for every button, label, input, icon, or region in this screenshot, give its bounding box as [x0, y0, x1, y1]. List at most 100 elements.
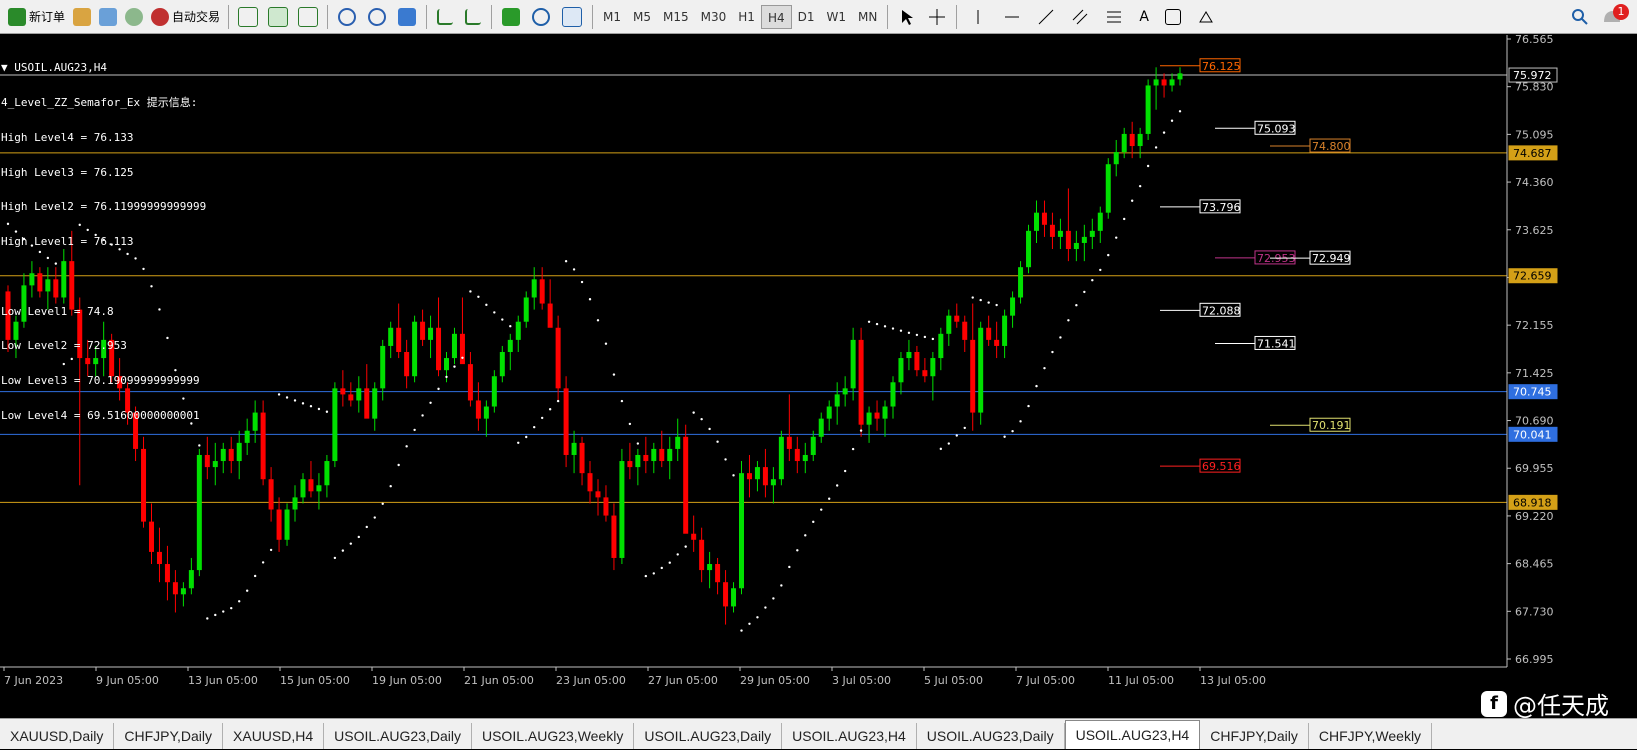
timeframe-h4[interactable]: H4	[760, 4, 792, 29]
templates-icon[interactable]	[562, 6, 583, 27]
navigator-icon[interactable]	[125, 7, 144, 26]
sar-dot	[556, 399, 560, 403]
chart-tab[interactable]: USOIL.AUG23,Daily	[324, 723, 472, 749]
sar-dot	[309, 405, 313, 408]
candle-body	[1034, 212, 1039, 231]
label-icon[interactable]	[1164, 8, 1181, 25]
candle-body	[675, 436, 681, 449]
trendline-icon[interactable]	[1037, 8, 1055, 26]
chart-tab[interactable]: USOIL.AUG23,Daily	[917, 723, 1065, 749]
level-label: 72.949	[1312, 252, 1351, 265]
indicators-icon[interactable]	[502, 7, 521, 26]
bar-chart-icon[interactable]	[238, 6, 259, 27]
shapes-icon[interactable]	[1197, 8, 1215, 26]
chart-background	[0, 35, 1637, 689]
candle-body	[284, 509, 290, 540]
candle-body	[954, 315, 960, 322]
sar-dot	[660, 566, 663, 570]
chart-tab[interactable]: CHFJPY,Daily	[114, 723, 224, 749]
candle-body	[778, 436, 784, 480]
sar-dot	[604, 342, 608, 345]
notification-icon[interactable]: 1	[1599, 3, 1629, 30]
sar-dot	[780, 584, 783, 587]
tile-windows-icon[interactable]	[398, 7, 417, 26]
fibonacci-icon[interactable]	[1105, 8, 1123, 26]
sar-dot	[947, 442, 950, 445]
scroll-icon[interactable]	[437, 8, 454, 25]
shift-icon[interactable]	[465, 8, 482, 25]
sar-dot	[1003, 435, 1006, 438]
candle-chart-icon[interactable]	[268, 6, 289, 27]
candle-body	[746, 473, 752, 480]
sar-dot	[405, 445, 408, 448]
zoom-out-icon[interactable]	[368, 7, 387, 26]
timeframe-d1[interactable]: D1	[792, 5, 821, 29]
level-label: 69.516	[1202, 460, 1241, 473]
candle-body	[1137, 133, 1143, 147]
sar-dot	[373, 516, 376, 519]
candle-body	[611, 515, 617, 558]
timeframe-h1[interactable]: H1	[732, 5, 761, 29]
auto-trade-label: 自动交易	[172, 10, 221, 24]
sar-dot	[238, 600, 241, 603]
sar-dot	[724, 458, 727, 461]
candle-body	[388, 327, 394, 346]
chart-tab[interactable]: CHFJPY,Weekly	[1309, 723, 1433, 749]
price-axis-label: 76.565	[1515, 35, 1554, 46]
candle-body	[603, 497, 609, 516]
data-window-icon[interactable]	[99, 7, 118, 26]
crosshair-icon[interactable]	[928, 8, 946, 26]
periods-icon[interactable]	[532, 7, 551, 26]
chart-tab[interactable]: USOIL.AUG23,Daily	[634, 723, 783, 749]
candle-body	[627, 461, 633, 468]
sar-dot	[995, 303, 998, 307]
candle-body	[651, 448, 657, 462]
cursor-icon[interactable]	[898, 8, 916, 26]
timeframe-m30[interactable]: M30	[695, 5, 733, 29]
candle-body	[412, 321, 418, 377]
sar-dot	[867, 320, 871, 323]
text-tool-button[interactable]: A	[1139, 9, 1149, 25]
facebook-icon: f	[1481, 690, 1507, 717]
sar-dot	[620, 399, 624, 403]
timeframe-m1[interactable]: M1	[597, 5, 627, 29]
timeframe-mn[interactable]: MN	[852, 5, 883, 29]
price-chart[interactable]: 76.12575.09374.80073.79672.953 72.94972.0…	[0, 35, 1637, 689]
candle-body	[762, 467, 768, 486]
market-watch-icon[interactable]	[73, 7, 92, 26]
candle-body	[818, 418, 824, 437]
timeframe-m15[interactable]: M15	[657, 5, 695, 29]
level-label: 71.541	[1257, 337, 1296, 350]
timeframe-w1[interactable]: W1	[821, 5, 853, 29]
chart-symbol-line: ▼ USOIL.AUG23,H4	[1, 61, 107, 75]
line-chart-icon[interactable]	[298, 6, 319, 27]
zoom-in-icon[interactable]	[338, 7, 357, 26]
chart-tab[interactable]: USOIL.AUG23,H4	[782, 723, 917, 749]
search-icon[interactable]	[1571, 8, 1589, 26]
sar-dot	[1035, 384, 1038, 388]
chart-tab[interactable]: XAUUSD,H4	[223, 723, 325, 749]
candle-body	[898, 358, 904, 383]
chart-tab[interactable]: CHFJPY,Daily	[1200, 723, 1309, 749]
sar-dot	[915, 333, 919, 337]
sar-dot	[381, 502, 384, 506]
chart-tab[interactable]: XAUUSD,Daily	[0, 723, 115, 749]
candle-body	[834, 394, 840, 407]
sar-dot	[971, 296, 974, 299]
chart-tab[interactable]: USOIL.AUG23,H4	[1064, 720, 1201, 749]
candle-body	[404, 352, 410, 377]
sar-dot	[772, 597, 775, 600]
timeframe-m5[interactable]: M5	[627, 5, 657, 29]
horizontal-line-icon[interactable]	[1003, 8, 1021, 26]
auto-trade-button[interactable]: 自动交易	[147, 4, 224, 30]
candle-body	[156, 551, 162, 565]
toolbar-separator	[228, 4, 230, 29]
chart-tab[interactable]: USOIL.AUG23,Weekly	[472, 723, 635, 749]
vertical-line-icon[interactable]	[969, 8, 987, 26]
new-order-button[interactable]: 新订单	[4, 4, 69, 30]
channels-icon[interactable]	[1071, 8, 1089, 26]
price-axis-label: 68.465	[1515, 558, 1554, 571]
price-tag-label: 68.918	[1513, 496, 1552, 509]
sar-dot	[222, 610, 225, 613]
candle-body	[1129, 133, 1135, 147]
